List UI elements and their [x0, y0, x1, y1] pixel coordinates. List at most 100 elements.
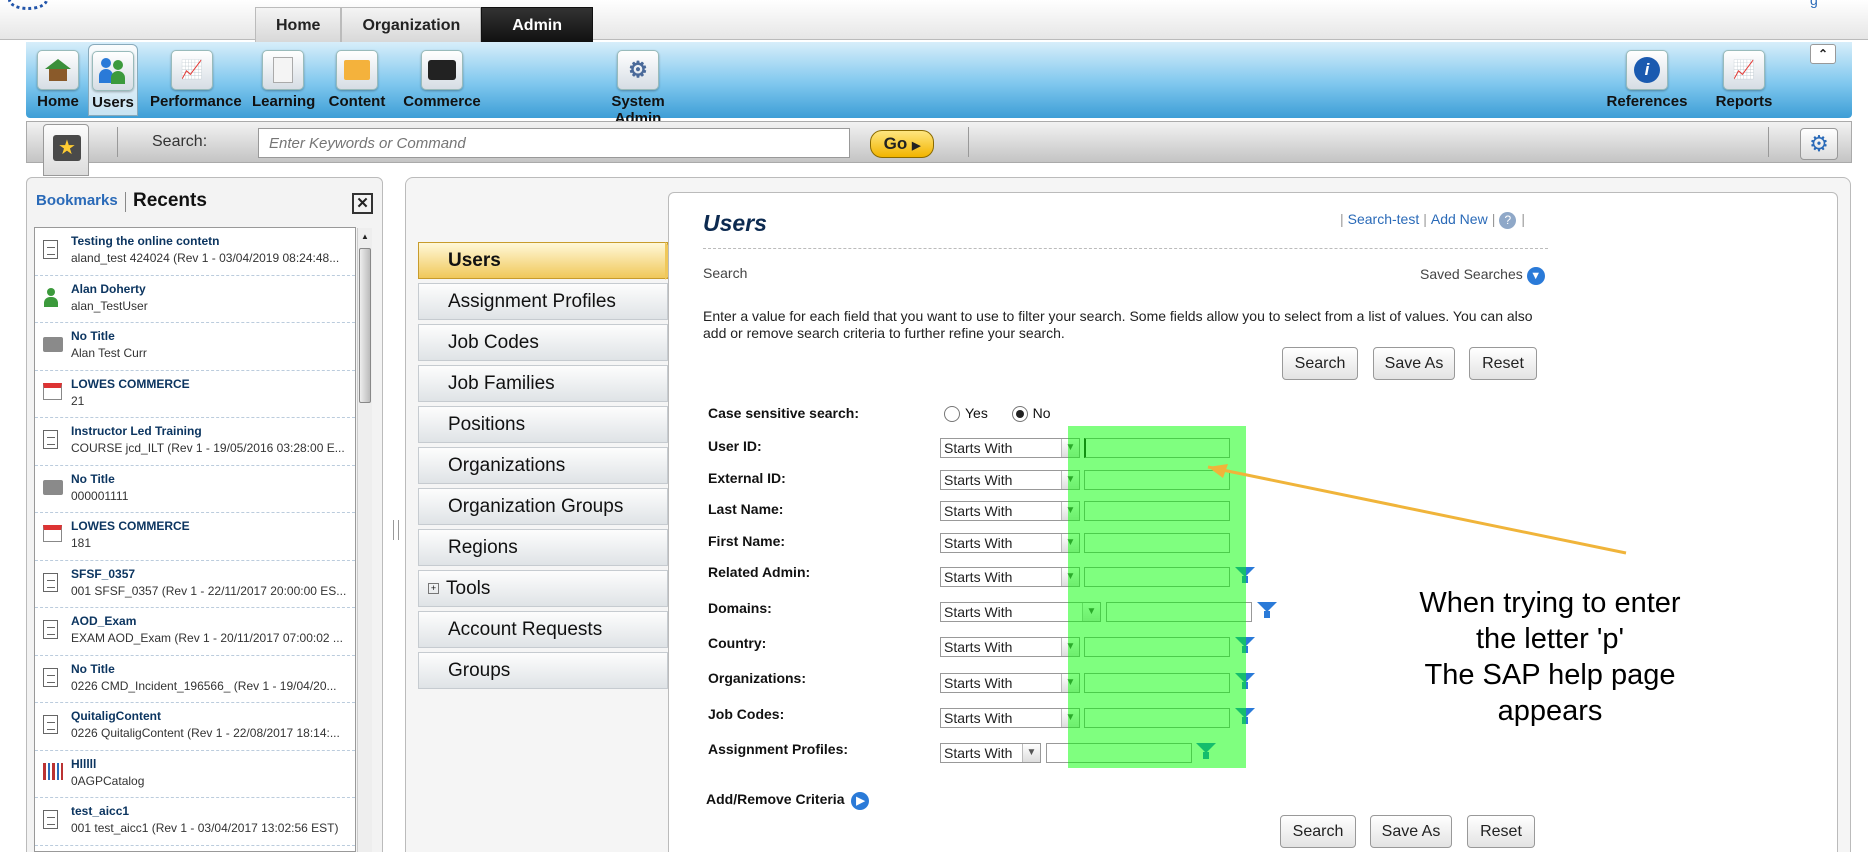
organizations-operator-select[interactable]: Starts With▼ [940, 673, 1080, 693]
folder-icon [43, 479, 63, 495]
list-item-title: No Title [71, 661, 115, 676]
list-item-subtitle: aland_test 424024 (Rev 1 - 03/04/2019 08… [71, 251, 340, 265]
list-item[interactable]: Hlllll 0AGPCatalog [35, 751, 355, 798]
reset-button-bottom[interactable]: Reset [1467, 815, 1535, 848]
list-item[interactable]: LOWES COMMERCE 21 [35, 371, 355, 418]
first-name-operator-value: Starts With [944, 535, 1013, 551]
nav-learning[interactable]: Learning [252, 44, 316, 116]
nav-content[interactable]: Content [326, 44, 388, 116]
chevron-down-circle-icon[interactable]: ▼ [1526, 267, 1545, 285]
play-arrow-icon: ▶ [911, 140, 921, 152]
external-id-operator-select[interactable]: Starts With▼ [940, 470, 1080, 490]
top-right-link-icon[interactable]: g [1810, 0, 1818, 8]
list-item-subtitle: EXAM AOD_Exam (Rev 1 - 20/11/2017 07:00:… [71, 631, 343, 645]
subnav-account-requests[interactable]: Account Requests [418, 611, 668, 648]
add-remove-criteria-link[interactable]: Add/Remove Criteria ▶ [706, 791, 870, 810]
folder-icon [43, 337, 63, 352]
tab-organization[interactable]: Organization [341, 7, 482, 42]
add-new-link[interactable]: Add New [1431, 211, 1488, 227]
calendar-icon [43, 525, 62, 542]
save-as-button-bottom[interactable]: Save As [1370, 815, 1452, 848]
case-yes-radio[interactable] [944, 406, 960, 423]
subnav-organizations[interactable]: Organizations [418, 447, 668, 484]
reset-button-top[interactable]: Reset [1469, 347, 1537, 380]
assignment-profiles-operator-select[interactable]: Starts With ▼ [940, 743, 1041, 763]
list-item[interactable]: No Title 0226 CMD_Incident_196566_ (Rev 1… [35, 656, 355, 703]
saved-searches-label: Saved Searches [1420, 266, 1523, 282]
user-id-operator-select[interactable]: Starts With▼ [940, 438, 1080, 458]
panel-splitter-handle[interactable] [393, 520, 399, 540]
list-item[interactable]: No Title Alan Test Curr [35, 323, 355, 371]
save-as-button-top[interactable]: Save As [1373, 347, 1455, 380]
recents-list: Testing the online contetn aland_test 424… [34, 227, 356, 852]
list-item[interactable]: test_aicc1 001 test_aicc1 (Rev 1 - 03/04/… [35, 798, 355, 846]
subnav-tools[interactable]: + Tools [418, 570, 668, 607]
subnav-users[interactable]: Users [418, 242, 668, 279]
settings-gear-button[interactable]: ⚙ [1800, 128, 1838, 160]
list-item-title: Instructor Led Training [71, 424, 202, 438]
nav-learning-label: Learning [252, 93, 316, 110]
scroll-up-arrow-icon[interactable]: ▲ [359, 230, 371, 244]
organizations-label: Organizations: [708, 670, 807, 686]
last-name-operator-value: Starts With [944, 503, 1013, 519]
subnav-job-codes[interactable]: Job Codes [418, 324, 668, 361]
nav-performance[interactable]: 📈 Performance [150, 44, 242, 116]
tab-recents[interactable]: Recents [133, 190, 207, 212]
tab-bookmarks[interactable]: Bookmarks [36, 192, 118, 209]
list-item[interactable]: Alan Doherty alan_TestUser [35, 276, 355, 323]
list-item-title: LOWES COMMERCE [71, 376, 190, 391]
list-item[interactable]: QuitaligContent 0226 QuitaligContent (Rev… [35, 703, 355, 751]
list-item-subtitle: 001 SFSF_0357 (Rev 1 - 22/11/2017 20:00:… [71, 583, 347, 598]
nav-users[interactable]: Users [88, 44, 138, 116]
nav-reports[interactable]: 📈 Reports [1709, 44, 1779, 116]
case-no-radio[interactable] [1011, 406, 1028, 423]
list-item[interactable]: Testing the online contetn aland_test 424… [35, 228, 355, 276]
close-panel-button[interactable]: ✕ [352, 193, 373, 214]
last-name-operator-select[interactable]: Starts With▼ [940, 501, 1080, 521]
subnav-organization-groups[interactable]: Organization Groups [418, 488, 668, 525]
case-sensitive-radio-group: Yes No [944, 405, 1051, 423]
search-test-link[interactable]: Search-test [1348, 211, 1420, 227]
country-operator-value: Starts With [944, 639, 1013, 655]
assignment-profiles-label: Assignment Profiles: [708, 741, 849, 757]
saved-searches-toggle[interactable]: Saved Searches ▼ [1420, 266, 1545, 285]
list-item-subtitle: 181 [71, 536, 92, 550]
go-button[interactable]: Go ▶ [870, 130, 934, 158]
list-item-subtitle: 21 [71, 393, 85, 408]
list-item[interactable]: SFSF_0357 001 SFSF_0357 (Rev 1 - 22/11/20… [35, 561, 355, 608]
nav-home[interactable]: Home [32, 44, 84, 116]
learning-document-icon [262, 50, 304, 90]
users-sub-nav: Users Assignment Profiles Job Codes Job … [418, 242, 668, 693]
nav-commerce[interactable]: Commerce [400, 44, 484, 116]
search-button-top[interactable]: Search [1282, 347, 1358, 380]
country-operator-select[interactable]: Starts With▼ [940, 637, 1080, 657]
collapse-nav-button[interactable]: ⌃ [1810, 44, 1836, 64]
nav-system-admin[interactable]: ⚙ System Admin [588, 44, 688, 127]
filter-funnel-icon[interactable] [1257, 602, 1277, 618]
expand-plus-icon[interactable]: + [428, 583, 439, 595]
subnav-assignment-profiles[interactable]: Assignment Profiles [418, 283, 668, 320]
subnav-groups[interactable]: Groups [418, 652, 668, 689]
bookmarks-toggle-button[interactable]: ★ [43, 124, 89, 176]
help-icon[interactable]: ? [1499, 212, 1517, 229]
subnav-regions[interactable]: Regions [418, 529, 668, 566]
domains-operator-value: Starts With [944, 604, 1013, 620]
nav-references[interactable]: i References [1600, 44, 1694, 116]
list-item[interactable]: AOD_Exam EXAM AOD_Exam (Rev 1 - 20/11/201… [35, 608, 355, 656]
list-item[interactable]: LOWES COMMERCE 181 [35, 513, 355, 561]
subnav-positions[interactable]: Positions [418, 406, 668, 443]
job-codes-operator-select[interactable]: Starts With▼ [940, 708, 1080, 728]
first-name-operator-select[interactable]: Starts With▼ [940, 533, 1080, 553]
search-button-bottom[interactable]: Search [1280, 815, 1356, 848]
related-admin-operator-select[interactable]: Starts With▼ [940, 567, 1080, 587]
scrollbar-thumb[interactable] [359, 248, 371, 403]
tab-admin[interactable]: Admin [481, 7, 594, 42]
tab-home[interactable]: Home [255, 7, 342, 42]
annotation-text: When trying to enter the letter 'p' The … [1390, 585, 1710, 729]
search-input[interactable] [258, 128, 850, 158]
assignment-profiles-operator-value: Starts With [944, 745, 1013, 761]
list-item[interactable]: Instructor Led Training COURSE jcd_ILT (R… [35, 418, 355, 466]
list-item[interactable]: No Title 000001111 [35, 466, 355, 513]
subnav-job-families[interactable]: Job Families [418, 365, 668, 402]
list-item-subtitle: 0226 QuitaligContent (Rev 1 - 22/08/2017… [71, 726, 340, 740]
